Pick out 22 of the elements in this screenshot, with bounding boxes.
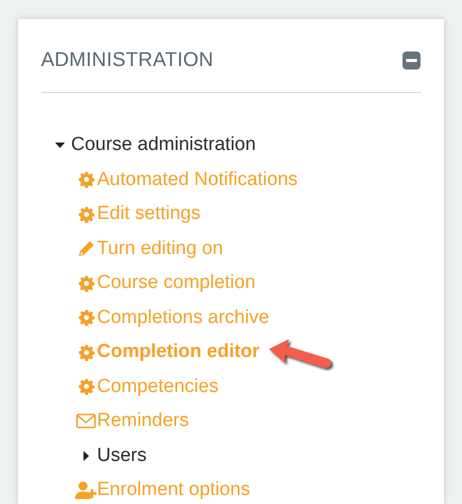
gear-icon bbox=[78, 171, 94, 188]
menu-link[interactable]: Automated Notifications bbox=[97, 168, 298, 191]
menu-link[interactable]: Course completion bbox=[97, 272, 256, 294]
menu-link[interactable]: Turn editing on bbox=[97, 238, 224, 260]
add-user-icon bbox=[75, 481, 97, 500]
envelope-icon bbox=[76, 413, 96, 430]
gear-icon bbox=[78, 344, 94, 361]
gear-icon bbox=[78, 206, 94, 223]
gear-icon bbox=[78, 378, 94, 396]
gear-icon bbox=[78, 309, 94, 326]
tree-node[interactable]: Course administration bbox=[71, 134, 256, 156]
gear-icon bbox=[78, 274, 94, 292]
tree-node[interactable]: Users bbox=[97, 444, 147, 467]
menu-link[interactable]: Reminders bbox=[97, 410, 189, 432]
block-title: ADMINISTRATION bbox=[41, 49, 214, 72]
menu-link[interactable]: Competencies bbox=[97, 376, 218, 398]
pencil-icon bbox=[78, 240, 94, 258]
menu-link[interactable]: Enrolment options bbox=[97, 479, 250, 502]
menu-link[interactable]: Edit settings bbox=[97, 203, 200, 226]
collapse-button[interactable] bbox=[402, 51, 421, 70]
menu-link[interactable]: Completion editor bbox=[97, 341, 260, 364]
menu-link[interactable]: Completions archive bbox=[97, 306, 270, 329]
